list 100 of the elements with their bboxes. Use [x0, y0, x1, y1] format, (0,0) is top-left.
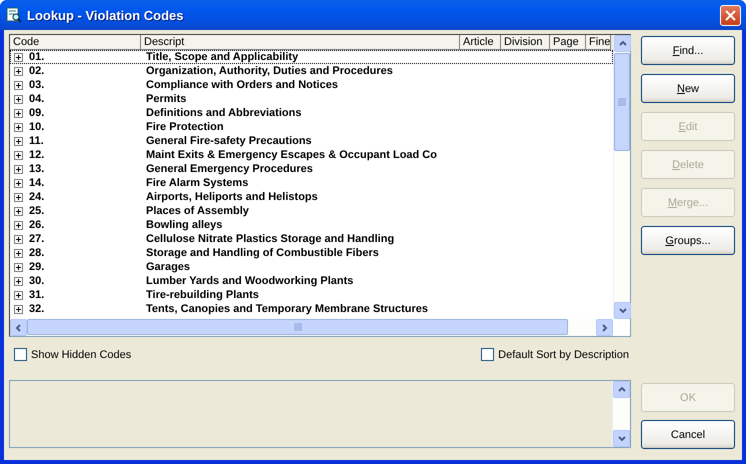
- table-cell-text: Lumber Yards and Woodworking Plants: [145, 274, 354, 288]
- expand-icon[interactable]: [14, 192, 23, 202]
- checkbox[interactable]: [14, 348, 27, 361]
- expand-icon[interactable]: [14, 290, 23, 300]
- window-title: Lookup - Violation Codes: [27, 8, 184, 22]
- table-cell: 01.: [29, 50, 44, 64]
- checkbox-label: Default Sort by Description: [498, 348, 629, 360]
- checkbox[interactable]: [481, 348, 494, 361]
- table-cell-text: Airports, Heliports and Helistops: [145, 190, 319, 204]
- table-cell-text: Fire Alarm Systems: [145, 176, 250, 190]
- dialog-button[interactable]: Groups...: [641, 226, 735, 255]
- table-cell: 25.: [29, 204, 44, 218]
- expand-icon[interactable]: [14, 248, 23, 258]
- table-cell: 32.: [29, 302, 44, 316]
- column-header[interactable]: Division: [501, 35, 550, 50]
- expand-icon[interactable]: [14, 52, 23, 62]
- arrow-down-icon: [616, 434, 626, 444]
- table-cell-text: Tire-rebuilding Plants: [145, 288, 260, 302]
- table-row[interactable]: 26. Bowling alleys: [10, 218, 613, 232]
- table-row[interactable]: 11. General Fire-safety Precautions: [10, 134, 613, 148]
- table-row[interactable]: 32. Tents, Canopies and Temporary Membrane Structures: [10, 302, 613, 316]
- grip-icon: [618, 98, 626, 106]
- table-cell: 30.: [29, 274, 44, 288]
- table-cell-text: General Emergency Procedures: [145, 162, 314, 176]
- table-row[interactable]: 25. Places of Assembly: [10, 204, 613, 218]
- horizontal-scrollbar[interactable]: [10, 319, 613, 336]
- column-header[interactable]: Fine: [586, 35, 611, 50]
- table-cell-text: Maint Exits & Emergency Escapes & Occupant Load Co: [145, 148, 438, 162]
- table-row[interactable]: 13. General Emergency Procedures: [10, 162, 613, 176]
- table-cell: 28.: [29, 246, 44, 260]
- notes-field[interactable]: [9, 380, 631, 448]
- table-row[interactable]: 30. Lumber Yards and Woodworking Plants: [10, 274, 613, 288]
- table-cell: 24.: [29, 190, 44, 204]
- expand-icon[interactable]: [14, 80, 23, 90]
- expand-icon[interactable]: [14, 150, 23, 160]
- expand-icon[interactable]: [14, 94, 23, 104]
- table-row[interactable]: 04. Permits: [10, 92, 613, 106]
- dialog-button[interactable]: New: [641, 74, 735, 103]
- table-cell: 13.: [29, 162, 44, 176]
- table-cell-text: Cellulose Nitrate Plastics Storage and Handling: [145, 232, 396, 246]
- expand-icon[interactable]: [14, 220, 23, 230]
- expand-icon[interactable]: [14, 108, 23, 118]
- expand-icon[interactable]: [14, 304, 23, 314]
- table-row[interactable]: 02. Organization, Authority, Duties and Procedures: [10, 64, 613, 78]
- table-cell: 31.: [29, 288, 44, 302]
- table-row[interactable]: 12. Maint Exits & Emergency Escapes & Occupant Load Co: [10, 148, 613, 162]
- table-cell-text: Storage and Handling of Combustible Fibers: [145, 246, 380, 260]
- table-row[interactable]: 24. Airports, Heliports and Helistops: [10, 190, 613, 204]
- table-cell: 29.: [29, 260, 44, 274]
- arrow-up-icon: [616, 384, 626, 394]
- grip-icon: [294, 323, 302, 331]
- table-row[interactable]: 29. Garages: [10, 260, 613, 274]
- table-cell: 03.: [29, 78, 44, 92]
- table-row[interactable]: 28. Storage and Handling of Combustible Fibers: [10, 246, 613, 260]
- column-header[interactable]: Article: [460, 35, 501, 50]
- column-header[interactable]: Page: [550, 35, 586, 50]
- close-button[interactable]: [720, 4, 741, 26]
- column-header[interactable]: Code: [10, 35, 141, 50]
- expand-icon[interactable]: [14, 206, 23, 216]
- table-cell: 12.: [29, 148, 44, 162]
- table-row[interactable]: 31. Tire-rebuilding Plants: [10, 288, 613, 302]
- expand-icon[interactable]: [14, 178, 23, 188]
- arrow-right-icon: [600, 322, 610, 332]
- table-row[interactable]: 14. Fire Alarm Systems: [10, 176, 613, 190]
- table-cell: 11.: [29, 134, 44, 148]
- table-row[interactable]: 03. Compliance with Orders and Notices: [10, 78, 613, 92]
- column-header[interactable]: Descript: [141, 35, 460, 50]
- table-cell: 04.: [29, 92, 44, 106]
- table-cell-text: Definitions and Abbreviations: [145, 106, 302, 120]
- table-cell: 02.: [29, 64, 44, 78]
- vertical-scrollbar[interactable]: [612, 381, 630, 447]
- expand-icon[interactable]: [14, 262, 23, 272]
- arrow-left-icon: [14, 322, 24, 332]
- table-cell-text: Title, Scope and Applicability: [145, 50, 300, 64]
- vertical-scrollbar[interactable]: [613, 35, 630, 319]
- expand-icon[interactable]: [14, 276, 23, 286]
- expand-icon[interactable]: [14, 234, 23, 244]
- table-cell: 10.: [29, 120, 44, 134]
- magnifier-document-icon: [6, 7, 22, 23]
- expand-icon[interactable]: [14, 136, 23, 146]
- table-row[interactable]: 09. Definitions and Abbreviations: [10, 106, 613, 120]
- table-cell-text: Bowling alleys: [145, 218, 224, 232]
- table-cell: 26.: [29, 218, 44, 232]
- expand-icon[interactable]: [14, 66, 23, 76]
- table-cell-text: Tents, Canopies and Temporary Membrane Structures: [145, 302, 429, 316]
- table-row[interactable]: 27. Cellulose Nitrate Plastics Storage and Handling: [10, 232, 613, 246]
- expand-icon[interactable]: [14, 122, 23, 132]
- table-cell-text: Compliance with Orders and Notices: [145, 78, 339, 92]
- table-cell: 27.: [29, 232, 44, 246]
- checkbox-label: Show Hidden Codes: [31, 348, 132, 360]
- arrow-down-icon: [618, 306, 628, 316]
- table-row[interactable]: 10. Fire Protection: [10, 120, 613, 134]
- table-cell-text: Places of Assembly: [145, 204, 250, 218]
- table-cell: 09.: [29, 106, 44, 120]
- dialog-button[interactable]: Find...: [641, 36, 735, 65]
- expand-icon[interactable]: [14, 164, 23, 174]
- table-row[interactable]: 01. Title, Scope and Applicability: [10, 50, 613, 64]
- table-cell: 14.: [29, 176, 44, 190]
- table-cell-text: Garages: [145, 260, 192, 274]
- dialog-button[interactable]: Cancel: [641, 420, 735, 449]
